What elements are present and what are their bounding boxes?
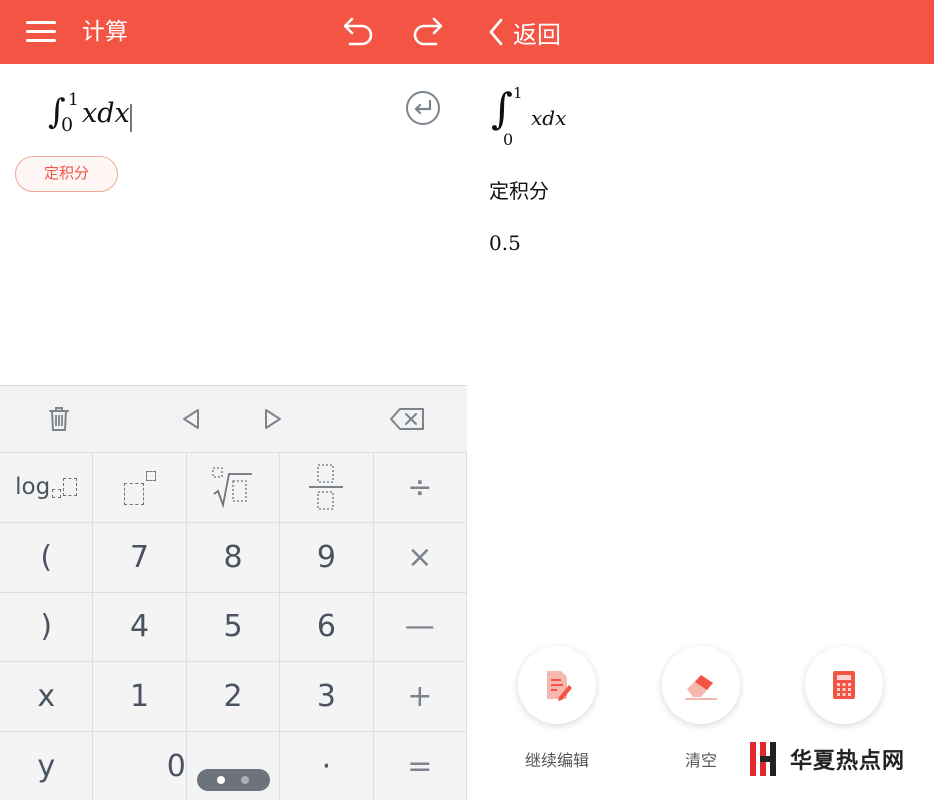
integrand: xdx — [82, 98, 130, 129]
key-log[interactable]: log — [0, 453, 94, 523]
fraction-icon — [309, 464, 344, 511]
key-right-paren[interactable]: ) — [0, 592, 94, 663]
calculator-icon — [833, 671, 855, 699]
integral-sign: ∫ — [491, 84, 513, 133]
result-value: 0.5 — [489, 231, 521, 255]
key-divide[interactable]: ÷ — [373, 453, 467, 523]
text-cursor — [130, 104, 132, 132]
key-7[interactable]: 7 — [93, 522, 187, 593]
upper-limit: 1 — [68, 90, 79, 110]
eraser-icon — [685, 675, 717, 700]
result-panel: 返回 ∫ 1 0 xdx 定积分 0.5 继续编辑 清空 — [467, 0, 934, 800]
key-fraction[interactable] — [280, 453, 374, 523]
cursor-right-icon[interactable] — [256, 402, 290, 436]
key-1[interactable]: 1 — [93, 662, 187, 733]
lower-limit: 0 — [61, 114, 74, 136]
key-multiply[interactable]: × — [373, 522, 467, 593]
clear-label: 清空 — [684, 751, 717, 770]
keyboard-toolbar — [0, 386, 467, 452]
key-0[interactable]: 0 — [93, 732, 187, 800]
back-button[interactable]: 返回 — [487, 14, 561, 50]
trash-icon[interactable] — [42, 402, 76, 436]
math-keyboard: log ÷ (7 8 9 ×) 4 5 6 — x 1 2 3 + y 0 … — [0, 385, 467, 800]
menu-icon[interactable] — [26, 20, 56, 44]
key-minus[interactable]: — — [373, 592, 467, 663]
key-decimal[interactable]: · — [280, 732, 374, 800]
definite-integral-chip[interactable]: 定积分 — [15, 156, 118, 192]
key-2[interactable]: 2 — [186, 662, 281, 733]
enter-icon[interactable] — [405, 90, 441, 126]
key-left-paren[interactable]: ( — [0, 522, 94, 593]
result-type: 定积分 — [489, 179, 549, 203]
upper-limit: 1 — [513, 84, 523, 102]
brand-text: 华夏热点网 — [790, 749, 906, 774]
result-top-bar: 返回 — [467, 0, 934, 64]
redo-icon[interactable] — [410, 14, 450, 50]
key-9[interactable]: 9 — [280, 522, 374, 593]
key-x[interactable]: x — [0, 662, 94, 733]
brand-mark-icon — [750, 742, 776, 776]
backspace-icon[interactable] — [388, 402, 428, 436]
clear-button[interactable] — [662, 646, 740, 724]
edit-document-icon — [547, 671, 572, 701]
lower-limit: 0 — [503, 130, 514, 149]
page-title: 计算 — [82, 19, 128, 45]
page-dot-active — [217, 776, 225, 784]
key-plus[interactable]: + — [373, 662, 467, 733]
continue-edit-button[interactable] — [518, 646, 596, 724]
key-y[interactable]: y — [0, 732, 94, 800]
key-power[interactable] — [93, 453, 187, 523]
calculator-button[interactable] — [805, 646, 883, 724]
key-3[interactable]: 3 — [280, 662, 374, 733]
key-6[interactable]: 6 — [280, 592, 374, 663]
site-logo: 华夏热点网 — [748, 740, 905, 778]
chevron-left-icon — [489, 18, 503, 46]
key-equals[interactable]: = — [373, 732, 467, 800]
key-4[interactable]: 4 — [93, 592, 187, 663]
root-icon — [212, 467, 252, 509]
top-bar: 计算 — [0, 0, 467, 64]
key-5[interactable]: 5 — [186, 592, 281, 663]
undo-icon[interactable] — [336, 14, 376, 50]
keypad: log ÷ (7 8 9 ×) 4 5 6 — x 1 2 3 + y 0 … — [0, 452, 467, 800]
page-indicator[interactable] — [197, 769, 270, 791]
key-root[interactable] — [186, 453, 281, 523]
cursor-left-icon[interactable] — [174, 402, 208, 436]
calculator-panel: 计算 ∫ 1 0 xdx 定积分 log ÷ (7 8 9 ×) 4 5 6… — [0, 0, 467, 800]
integrand: xdx — [531, 106, 567, 130]
continue-edit-label: 继续编辑 — [524, 751, 589, 770]
back-label: 返回 — [513, 20, 561, 49]
key-8[interactable]: 8 — [186, 522, 281, 593]
page-dot — [241, 776, 249, 784]
